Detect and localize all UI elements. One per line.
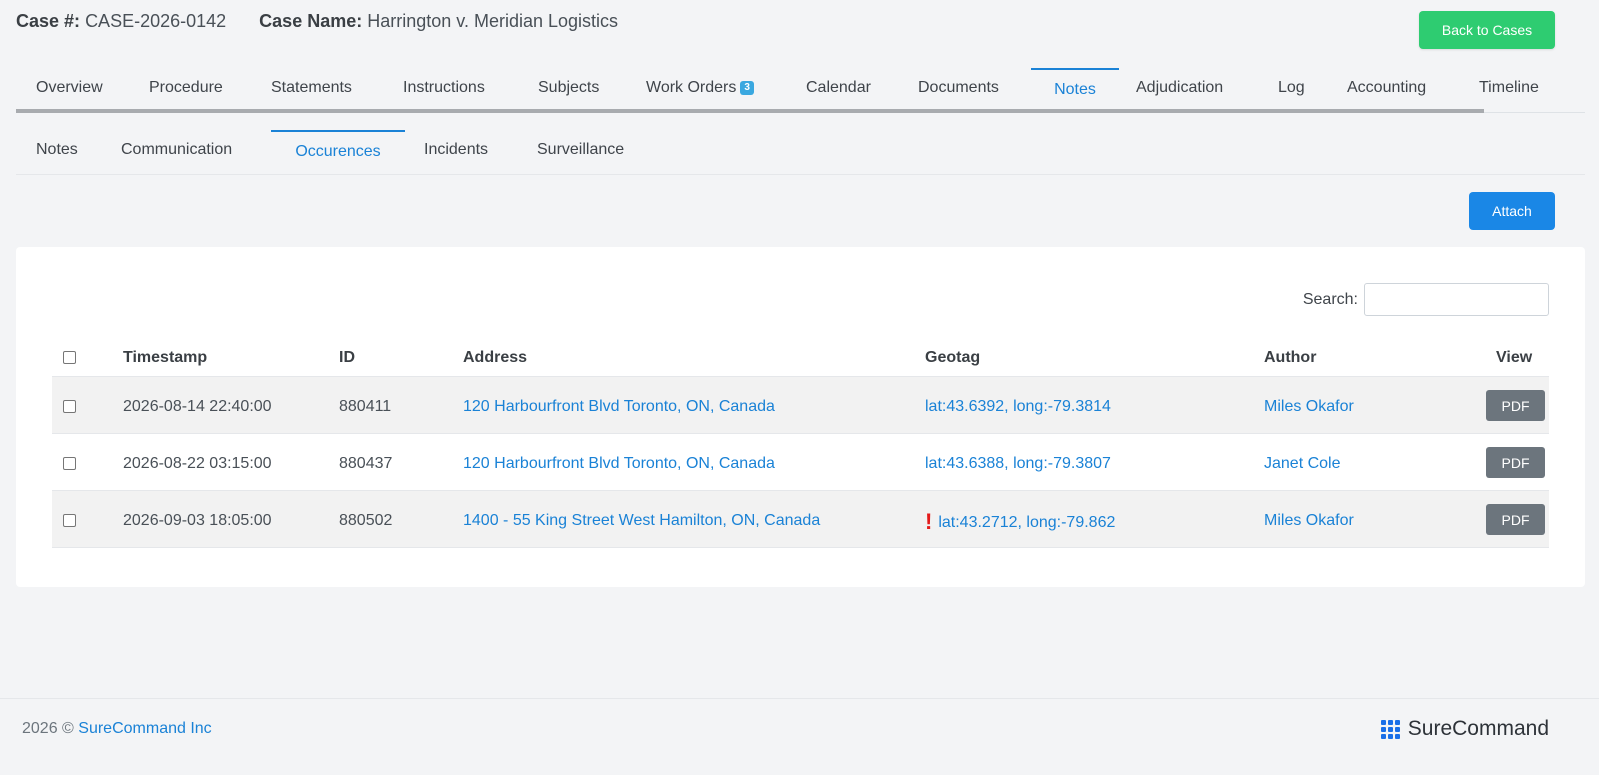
grid-dots-icon <box>1380 719 1400 739</box>
case-name-label: Case Name: <box>259 11 363 31</box>
tab-accounting[interactable]: Accounting <box>1347 68 1426 109</box>
column-header-address[interactable]: Address <box>463 349 527 367</box>
column-header-id[interactable]: ID <box>339 349 355 367</box>
tab-calendar[interactable]: Calendar <box>806 68 871 109</box>
main-tabs: Overview Procedure Statements Instructio… <box>16 68 1585 113</box>
table-row: 2026-09-03 18:05:00 880502 1400 - 55 Kin… <box>52 491 1549 548</box>
brand-name: SureCommand <box>1407 717 1549 740</box>
company-link[interactable]: SureCommand Inc <box>78 720 211 737</box>
row-id: 880437 <box>339 455 393 472</box>
row-timestamp: 2026-08-14 22:40:00 <box>123 398 272 415</box>
column-header-geotag[interactable]: Geotag <box>925 349 980 367</box>
table-row: 2026-08-14 22:40:00 880411 120 Harbourfr… <box>52 377 1549 434</box>
tab-timeline[interactable]: Timeline <box>1479 68 1539 109</box>
select-all-checkbox[interactable] <box>63 351 76 369</box>
row-timestamp: 2026-09-03 18:05:00 <box>123 512 272 529</box>
row-id: 880411 <box>339 398 392 415</box>
subtab-communication[interactable]: Communication <box>121 130 232 171</box>
pdf-button[interactable]: PDF <box>1486 504 1545 535</box>
row-geotag-cell: ! lat:43.2712, long:-79.862 <box>925 509 1115 535</box>
brand-logo: SureCommand <box>1380 717 1549 741</box>
tab-procedure[interactable]: Procedure <box>149 68 223 109</box>
row-author-link[interactable]: Miles Okafor <box>1264 398 1354 416</box>
tab-documents[interactable]: Documents <box>918 68 999 109</box>
tab-overview[interactable]: Overview <box>36 68 103 109</box>
sub-tabs: Notes Communication Occurences Incidents… <box>16 130 1585 175</box>
subtab-incidents[interactable]: Incidents <box>424 130 488 171</box>
tab-adjudication[interactable]: Adjudication <box>1136 68 1223 109</box>
column-header-timestamp[interactable]: Timestamp <box>123 349 207 367</box>
tab-subjects[interactable]: Subjects <box>538 68 599 109</box>
subtab-occurences[interactable]: Occurences <box>271 130 405 171</box>
copyright: 2026 © SureCommand Inc <box>22 720 212 738</box>
subtab-surveillance[interactable]: Surveillance <box>537 130 624 171</box>
case-number: CASE-2026-0142 <box>85 11 227 31</box>
column-header-author[interactable]: Author <box>1264 349 1316 367</box>
table-row: 2026-08-22 03:15:00 880437 120 Harbourfr… <box>52 434 1549 491</box>
occurences-table: Timestamp ID Address Geotag Author View … <box>52 329 1549 548</box>
tab-work-orders[interactable]: Work Orders 3 <box>646 68 754 109</box>
footer: 2026 © SureCommand Inc SureCommand <box>0 698 1599 775</box>
row-address-link[interactable]: 120 Harbourfront Blvd Toronto, ON, Canad… <box>463 455 775 473</box>
pdf-button[interactable]: PDF <box>1486 447 1545 478</box>
tab-notes[interactable]: Notes <box>1031 68 1119 109</box>
main-tabs-underline <box>16 109 1484 113</box>
row-checkbox[interactable] <box>63 514 76 532</box>
row-checkbox[interactable] <box>63 457 76 475</box>
search-input[interactable] <box>1364 283 1549 316</box>
case-header: Case #: CASE-2026-0142 Case Name: Harrin… <box>16 11 646 32</box>
pdf-button[interactable]: PDF <box>1486 390 1545 421</box>
row-address-link[interactable]: 1400 - 55 King Street West Hamilton, ON,… <box>463 512 820 530</box>
subtab-notes[interactable]: Notes <box>36 130 78 171</box>
row-geotag-link[interactable]: lat:43.2712, long:-79.862 <box>938 514 1115 531</box>
row-author-link[interactable]: Janet Cole <box>1264 455 1341 473</box>
column-header-view: View <box>1496 349 1533 366</box>
row-geotag-link[interactable]: lat:43.6392, long:-79.3814 <box>925 398 1111 416</box>
row-geotag-link[interactable]: lat:43.6388, long:-79.3807 <box>925 455 1111 473</box>
row-address-link[interactable]: 120 Harbourfront Blvd Toronto, ON, Canad… <box>463 398 775 416</box>
copyright-year: 2026 © <box>22 720 74 737</box>
search-label: Search: <box>1302 291 1358 308</box>
attach-button[interactable]: Attach <box>1469 192 1555 230</box>
back-to-cases-button[interactable]: Back to Cases <box>1419 11 1555 49</box>
tab-statements[interactable]: Statements <box>271 68 352 109</box>
tab-instructions[interactable]: Instructions <box>403 68 485 109</box>
row-checkbox[interactable] <box>63 400 76 418</box>
row-timestamp: 2026-08-22 03:15:00 <box>123 455 272 472</box>
tab-log[interactable]: Log <box>1278 68 1305 109</box>
case-number-label: Case #: <box>16 11 81 31</box>
exclamation-icon: ! <box>925 509 933 534</box>
table-header-row: Timestamp ID Address Geotag Author View <box>52 329 1549 377</box>
case-name: Harrington v. Meridian Logistics <box>367 11 619 31</box>
row-author-link[interactable]: Miles Okafor <box>1264 512 1354 530</box>
occurences-card: Search: Timestamp ID Address Geotag Auth… <box>16 247 1585 587</box>
row-id: 880502 <box>339 512 393 529</box>
work-orders-count-badge: 3 <box>740 81 754 95</box>
